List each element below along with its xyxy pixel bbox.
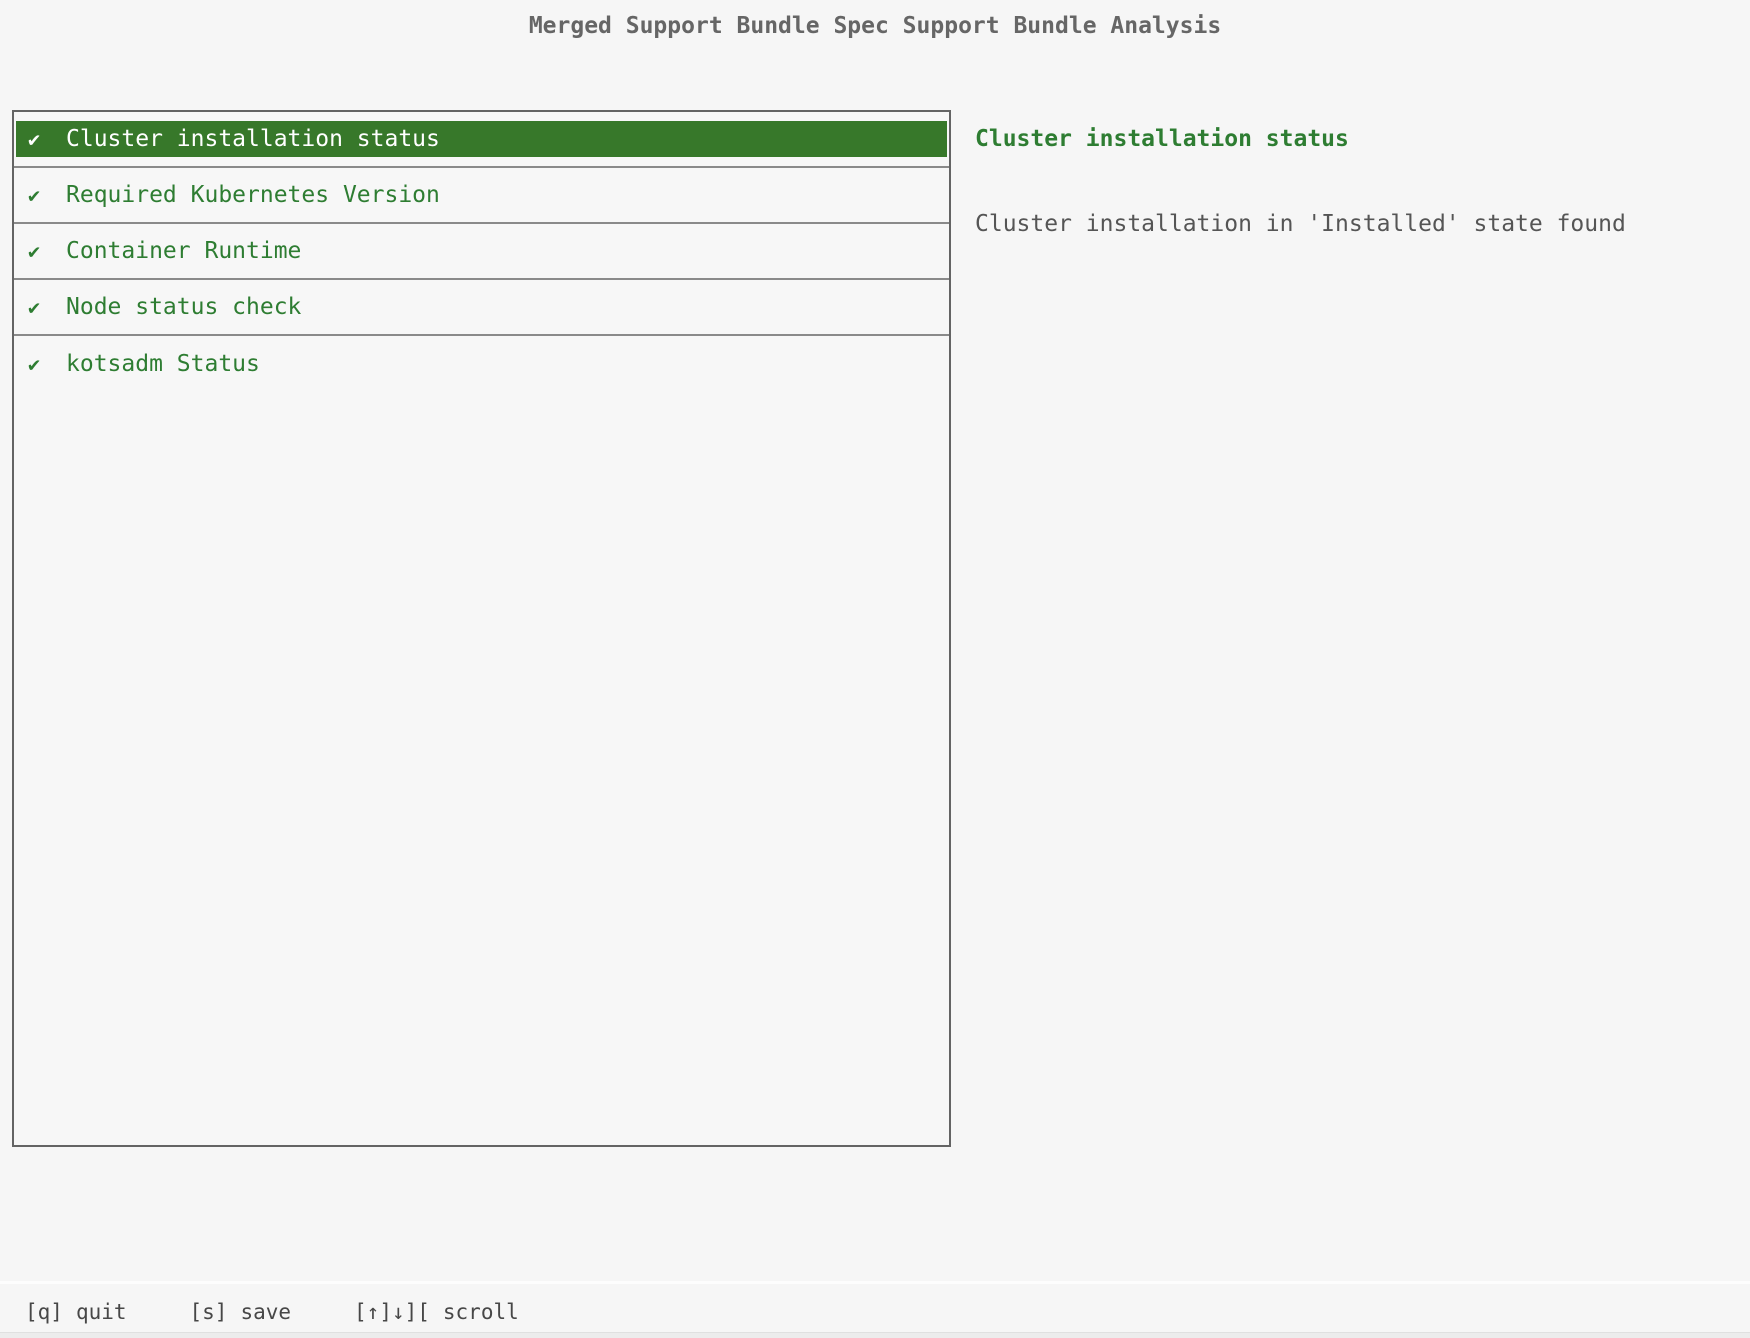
check-icon: ✔ <box>28 183 66 207</box>
footer-divider <box>0 1281 1750 1284</box>
list-item-row: ✔ Node status check <box>16 289 947 325</box>
list-item-kotsadm-status[interactable]: ✔ kotsadm Status <box>14 336 949 392</box>
list-item-label: Container Runtime <box>66 238 301 264</box>
list-item-row: ✔ Cluster installation status <box>16 121 947 157</box>
detail-message: Cluster installation in 'Installed' stat… <box>975 211 1626 237</box>
check-icon: ✔ <box>28 239 66 263</box>
list-item-row: ✔ kotsadm Status <box>16 346 947 382</box>
shortcut-label: scroll <box>443 1300 519 1324</box>
list-item-label: Cluster installation status <box>66 126 440 152</box>
detail-heading: Cluster installation status <box>975 126 1349 152</box>
page-title: Merged Support Bundle Spec Support Bundl… <box>0 13 1750 39</box>
check-icon: ✔ <box>28 295 66 319</box>
list-item-label: Required Kubernetes Version <box>66 182 440 208</box>
list-item-required-kubernetes-version[interactable]: ✔ Required Kubernetes Version <box>14 168 949 224</box>
list-item-label: Node status check <box>66 294 301 320</box>
list-item-container-runtime[interactable]: ✔ Container Runtime <box>14 224 949 280</box>
shortcut-key: [s] <box>190 1300 228 1324</box>
list-item-label: kotsadm Status <box>66 351 260 377</box>
shortcut-label: save <box>240 1300 291 1324</box>
shortcut-label: quit <box>76 1300 127 1324</box>
shortcut-quit: [q] quit <box>25 1300 127 1324</box>
list-item-row: ✔ Container Runtime <box>16 233 947 269</box>
shortcut-key: [q] <box>25 1300 63 1324</box>
check-icon: ✔ <box>28 127 66 151</box>
shortcut-key: [↑]↓][ <box>354 1300 430 1324</box>
list-item-node-status-check[interactable]: ✔ Node status check <box>14 280 949 336</box>
list-item-cluster-installation-status[interactable]: ✔ Cluster installation status <box>14 112 949 168</box>
list-item-row: ✔ Required Kubernetes Version <box>16 177 947 213</box>
check-icon: ✔ <box>28 352 66 376</box>
shortcut-scroll: [↑]↓][ scroll <box>354 1300 519 1324</box>
shortcut-save: [s] save <box>190 1300 292 1324</box>
analyzer-list: ✔ Cluster installation status ✔ Required… <box>12 110 951 1147</box>
window-bottom-edge <box>0 1332 1750 1338</box>
footer-shortcuts: [q] quit [s] save [↑]↓][ scroll <box>25 1300 519 1324</box>
